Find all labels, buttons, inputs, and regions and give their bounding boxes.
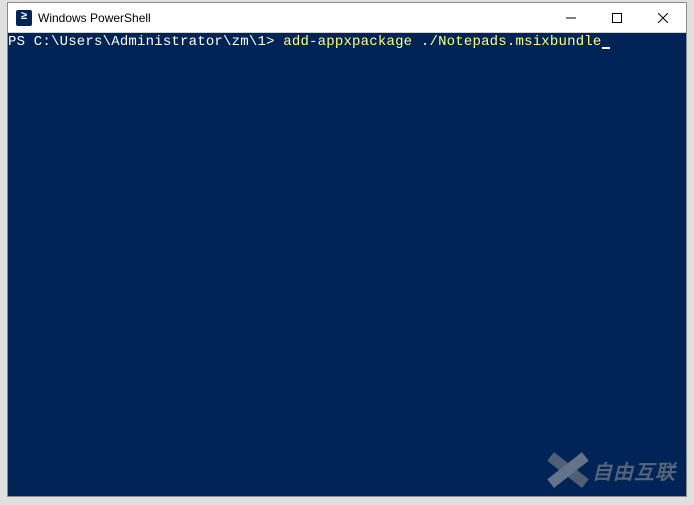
watermark-x-icon <box>548 452 588 488</box>
watermark: 自由互联 <box>548 452 676 488</box>
terminal-area[interactable]: PS C:\Users\Administrator\zm\1> add-appx… <box>8 33 686 496</box>
watermark-text: 自由互联 <box>592 456 676 485</box>
maximize-icon <box>612 13 622 23</box>
powershell-icon: ≥ <box>16 10 32 26</box>
title-left: ≥ Windows PowerShell <box>8 10 548 26</box>
maximize-button[interactable] <box>594 3 640 32</box>
terminal-line: PS C:\Users\Administrator\zm\1> add-appx… <box>8 33 686 50</box>
powershell-window: ≥ Windows PowerShell PS C:\Users\Adminis… <box>7 2 687 497</box>
close-button[interactable] <box>640 3 686 32</box>
window-controls <box>548 3 686 32</box>
titlebar[interactable]: ≥ Windows PowerShell <box>8 3 686 33</box>
cursor <box>602 47 610 49</box>
icon-glyph: ≥ <box>21 12 28 23</box>
prompt-text: PS C:\Users\Administrator\zm\1> <box>8 34 283 50</box>
window-title: Windows PowerShell <box>38 11 151 25</box>
command-text: add-appxpackage ./Notepads.msixbundle <box>283 34 601 50</box>
minimize-icon <box>566 13 576 23</box>
minimize-button[interactable] <box>548 3 594 32</box>
close-icon <box>658 13 668 23</box>
